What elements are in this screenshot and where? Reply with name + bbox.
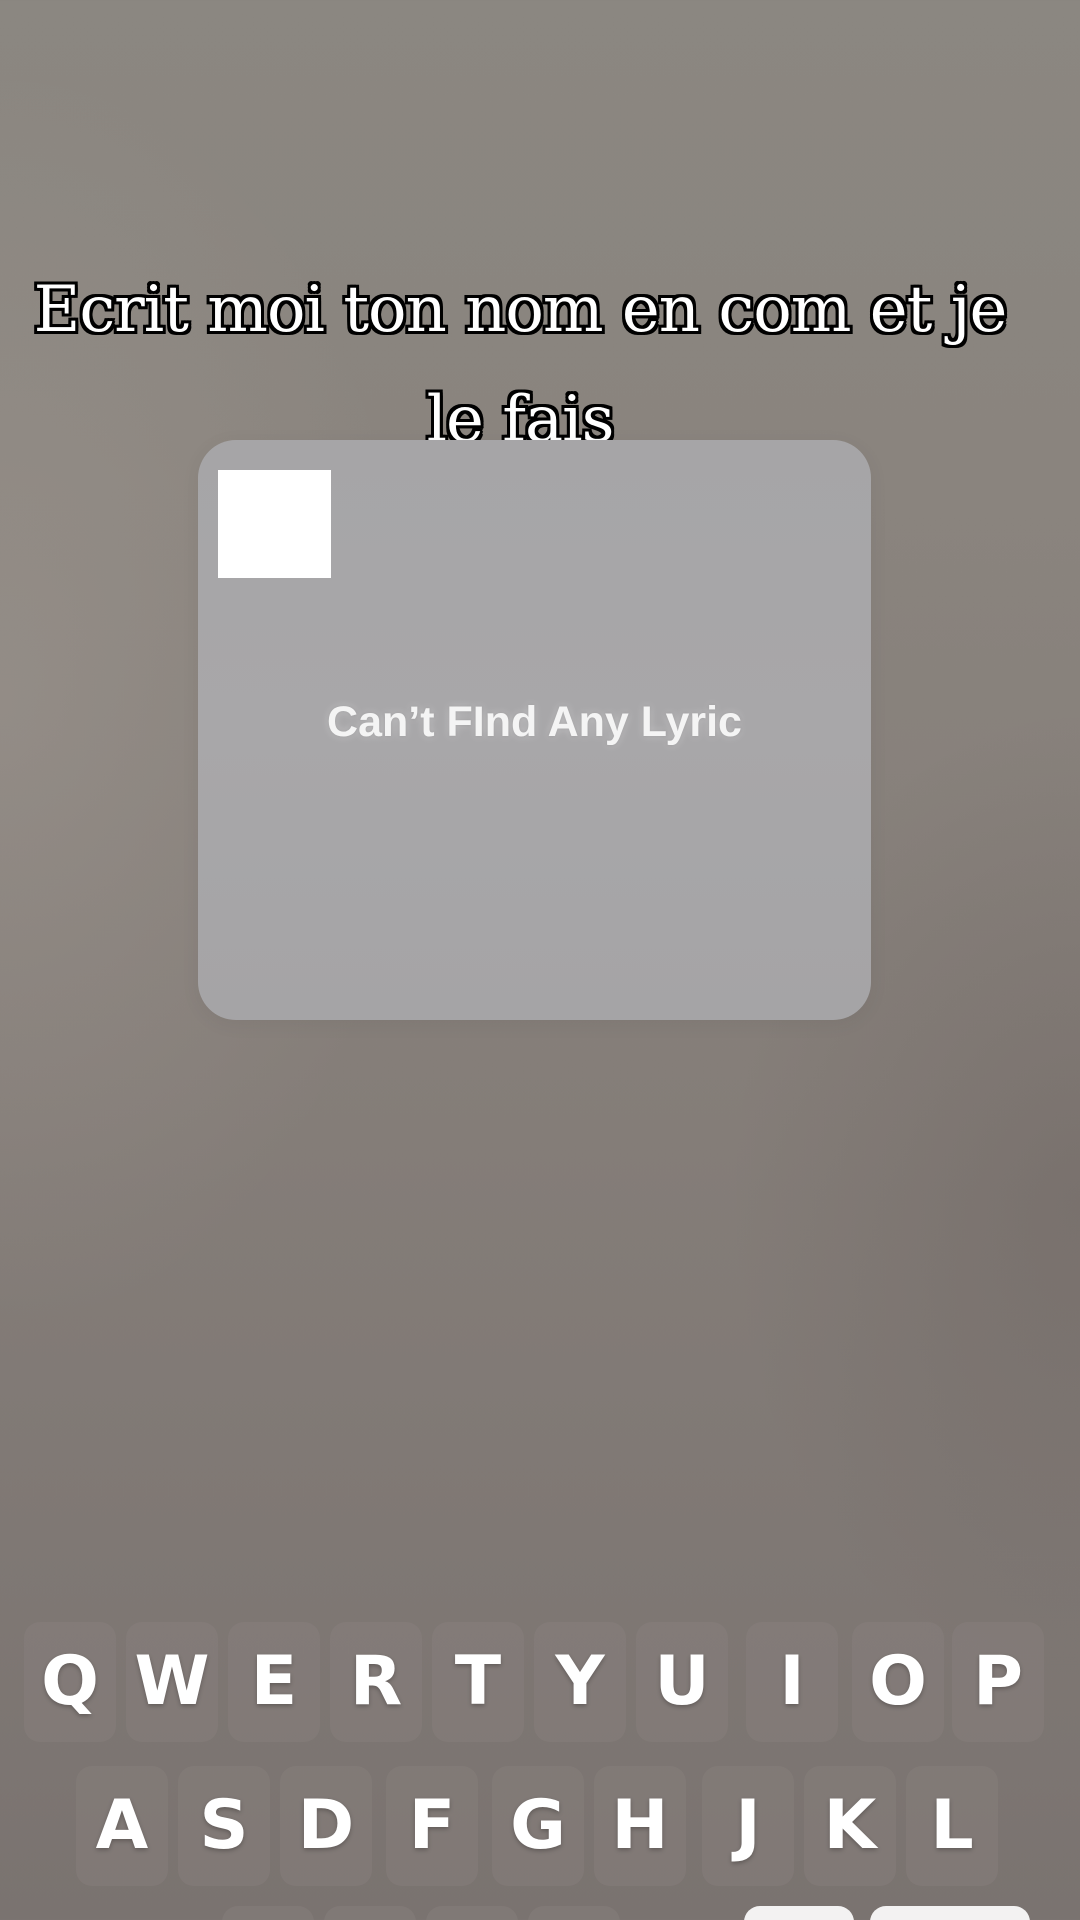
keyboard-row3-key[interactable] <box>528 1906 620 1920</box>
key-i[interactable]: I <box>746 1622 838 1742</box>
keyboard: Q W E R T Y U I O P A S D F G H J K L <box>0 1610 1080 1920</box>
key-r[interactable]: R <box>330 1622 422 1742</box>
key-u[interactable]: U <box>636 1622 728 1742</box>
key-l[interactable]: L <box>906 1766 998 1886</box>
key-g[interactable]: G <box>492 1766 584 1886</box>
caption-line-1: Ecrit moi ton nom en com et je <box>33 273 1008 347</box>
keyboard-row3-key[interactable] <box>222 1906 314 1920</box>
key-d[interactable]: D <box>280 1766 372 1886</box>
keyboard-row3-key[interactable] <box>426 1906 518 1920</box>
key-w[interactable]: W <box>126 1622 218 1742</box>
no-lyrics-message: Can’t FInd Any Lyric <box>327 698 742 746</box>
album-art-placeholder <box>218 470 331 578</box>
keyboard-row3-key[interactable] <box>324 1906 416 1920</box>
keyboard-row3-key[interactable] <box>870 1906 1030 1920</box>
key-k[interactable]: K <box>804 1766 896 1886</box>
key-t[interactable]: T <box>432 1622 524 1742</box>
key-h[interactable]: H <box>594 1766 686 1886</box>
key-f[interactable]: F <box>386 1766 478 1886</box>
key-p[interactable]: P <box>952 1622 1044 1742</box>
key-o[interactable]: O <box>852 1622 944 1742</box>
keyboard-row3-key[interactable] <box>744 1906 854 1920</box>
key-q[interactable]: Q <box>24 1622 116 1742</box>
key-j[interactable]: J <box>702 1766 794 1886</box>
key-y[interactable]: Y <box>534 1622 626 1742</box>
key-s[interactable]: S <box>178 1766 270 1886</box>
lyrics-card[interactable]: Can’t FInd Any Lyric <box>198 440 871 1020</box>
key-e[interactable]: E <box>228 1622 320 1742</box>
key-a[interactable]: A <box>76 1766 168 1886</box>
